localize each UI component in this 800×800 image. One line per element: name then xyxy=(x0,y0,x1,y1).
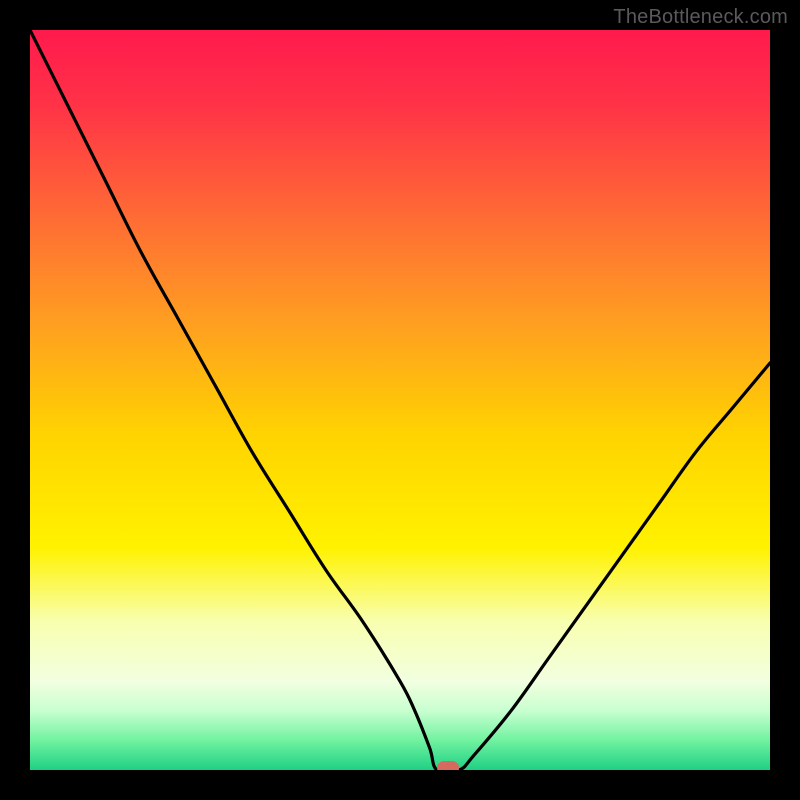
gradient-background xyxy=(30,30,770,770)
bottleneck-chart xyxy=(30,30,770,770)
plot-area xyxy=(30,30,770,770)
optimum-marker xyxy=(437,761,459,770)
chart-frame: TheBottleneck.com xyxy=(0,0,800,800)
attribution-label: TheBottleneck.com xyxy=(613,6,788,29)
